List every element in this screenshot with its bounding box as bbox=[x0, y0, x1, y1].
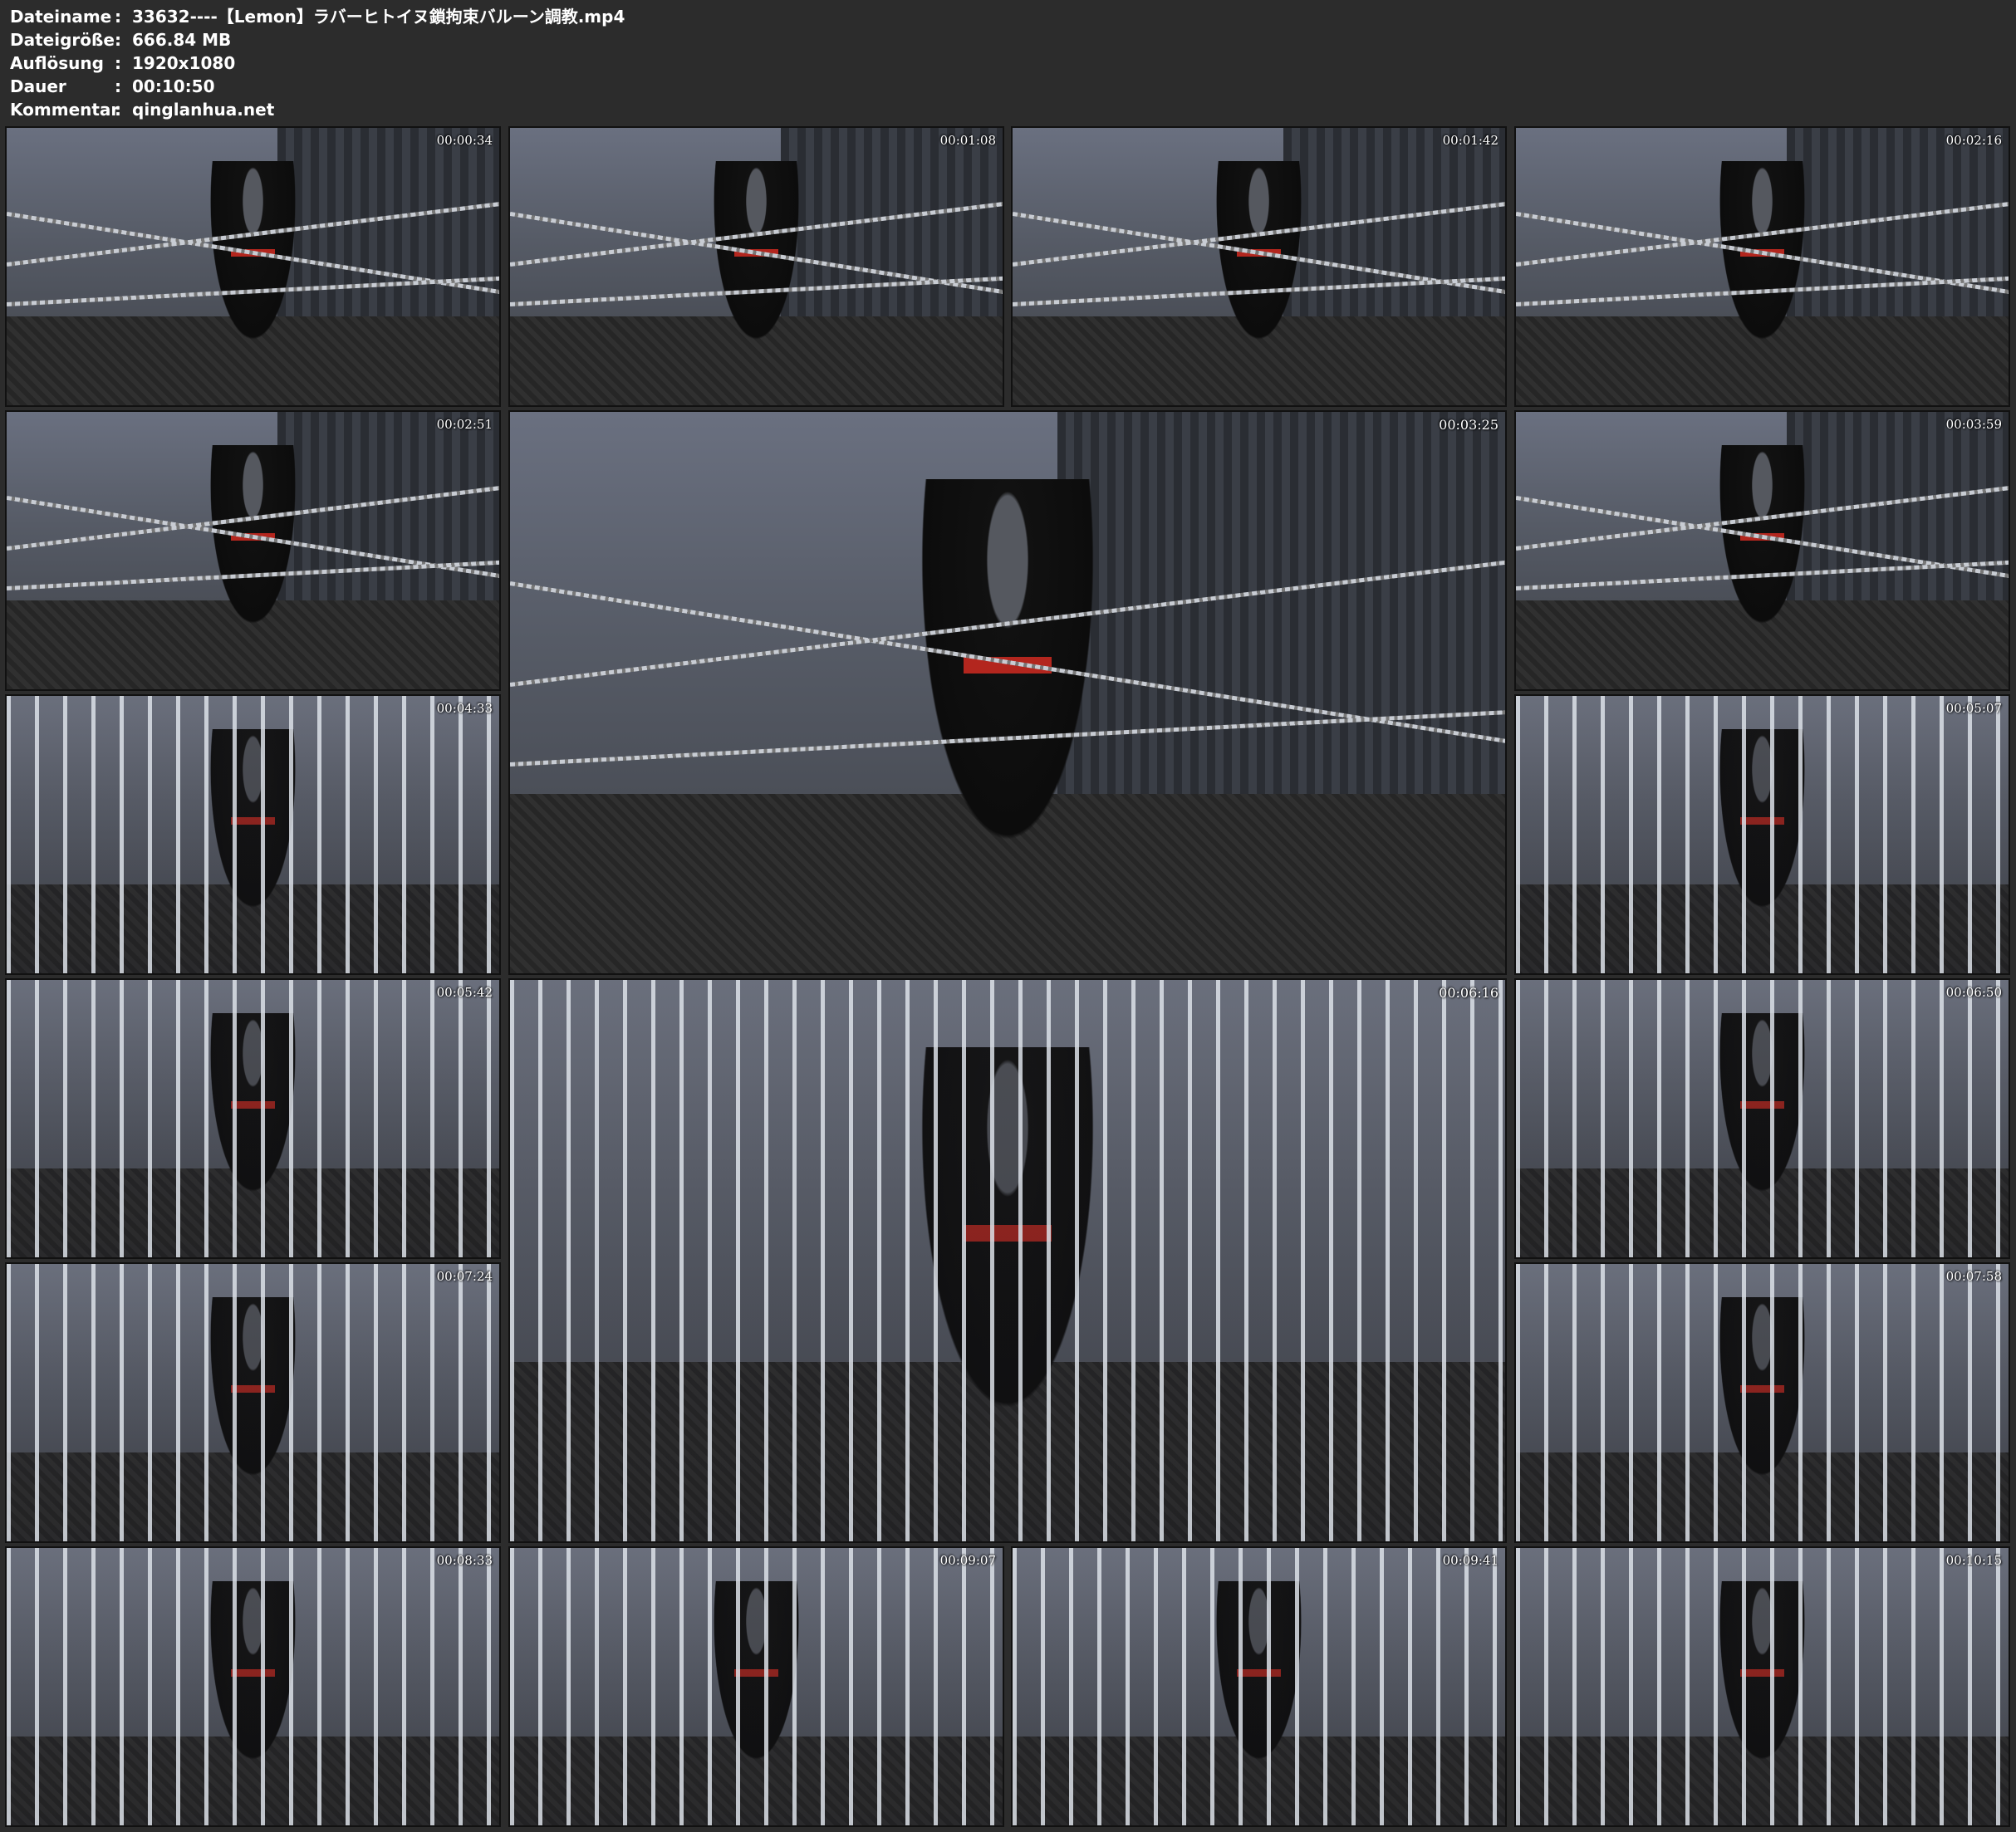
curtain bbox=[1057, 412, 1505, 794]
thumbnail-image bbox=[7, 696, 499, 973]
cage-bars bbox=[7, 1264, 499, 1541]
thumbnail-image bbox=[510, 128, 1003, 405]
video-thumbnail: 00:02:51 bbox=[5, 410, 501, 691]
separator: : bbox=[115, 100, 121, 120]
thumbnail-image bbox=[1516, 412, 2009, 689]
separator: : bbox=[115, 53, 121, 73]
thumbnail-timestamp: 00:01:08 bbox=[939, 133, 996, 148]
figure bbox=[204, 445, 302, 645]
video-thumbnail: 00:06:50 bbox=[1514, 978, 2010, 1259]
thumbnail-timestamp: 00:02:51 bbox=[436, 417, 493, 432]
file-size-value: 666.84 MB bbox=[132, 30, 232, 50]
thumbnail-image bbox=[7, 1264, 499, 1541]
thumbnail-image bbox=[1516, 1548, 2009, 1825]
thumbnail-timestamp: 00:07:58 bbox=[1945, 1269, 2002, 1284]
file-info-panel: Dateiname : 33632----【Lemon】ラバーヒトイヌ鎖拘束バル… bbox=[10, 5, 1173, 121]
resolution-row: Auflösung : 1920x1080 bbox=[10, 51, 1173, 75]
cage-bars bbox=[1516, 1264, 2009, 1541]
figure bbox=[1209, 161, 1308, 361]
video-thumbnail: 00:03:25 bbox=[508, 410, 1507, 975]
thumbnail-image bbox=[1516, 696, 2009, 973]
video-thumbnail: 00:10:15 bbox=[1514, 1546, 2010, 1827]
file-name-value: 33632----【Lemon】ラバーヒトイヌ鎖拘束バルーン調教.mp4 bbox=[132, 7, 625, 27]
cage-bars bbox=[1013, 1548, 1505, 1825]
video-thumbnail: 00:04:33 bbox=[5, 694, 501, 975]
duration-value: 00:10:50 bbox=[132, 76, 215, 96]
figure bbox=[908, 479, 1107, 884]
thumbnail-timestamp: 00:02:16 bbox=[1945, 133, 2002, 148]
thumbnail-timestamp: 00:01:42 bbox=[1442, 133, 1499, 148]
thumbnail-timestamp: 00:06:16 bbox=[1439, 985, 1499, 1001]
thumbnail-image bbox=[1013, 1548, 1505, 1825]
comment-label: Kommentar bbox=[10, 100, 120, 120]
file-name-label: Dateiname bbox=[10, 7, 112, 27]
figure bbox=[204, 161, 302, 361]
separator: : bbox=[115, 76, 121, 96]
thumbnail-image bbox=[7, 128, 499, 405]
thumbnail-timestamp: 00:09:07 bbox=[939, 1553, 996, 1568]
cage-bars bbox=[7, 1548, 499, 1825]
cage-bars bbox=[510, 980, 1505, 1541]
figure bbox=[1713, 161, 1812, 361]
file-name-row: Dateiname : 33632----【Lemon】ラバーヒトイヌ鎖拘束バル… bbox=[10, 5, 1173, 28]
comment-value: qinglanhua.net bbox=[132, 100, 275, 120]
video-thumbnail: 00:06:16 bbox=[508, 978, 1507, 1543]
resolution-value: 1920x1080 bbox=[132, 53, 236, 73]
thumbnail-image bbox=[510, 1548, 1003, 1825]
cage-bars bbox=[7, 696, 499, 973]
video-thumbnail: 00:05:07 bbox=[1514, 694, 2010, 975]
cage-bars bbox=[1516, 980, 2009, 1257]
figure bbox=[1713, 445, 1812, 645]
thumbnail-image bbox=[510, 412, 1505, 973]
video-thumbnail: 00:07:58 bbox=[1514, 1262, 2010, 1543]
file-size-label: Dateigröße bbox=[10, 30, 115, 50]
thumbnail-image bbox=[1013, 128, 1505, 405]
thumbnail-timestamp: 00:00:34 bbox=[436, 133, 493, 148]
figure bbox=[707, 161, 806, 361]
duration-label: Dauer bbox=[10, 76, 66, 96]
thumbnail-timestamp: 00:07:24 bbox=[436, 1269, 493, 1284]
thumbnail-image bbox=[1516, 1264, 2009, 1541]
thumbnail-timestamp: 00:09:41 bbox=[1442, 1553, 1499, 1568]
resolution-label: Auflösung bbox=[10, 53, 104, 73]
thumbnail-image bbox=[1516, 980, 2009, 1257]
file-size-row: Dateigröße : 666.84 MB bbox=[10, 28, 1173, 51]
video-thumbnail: 00:09:07 bbox=[508, 1546, 1004, 1827]
video-thumbnail: 00:01:08 bbox=[508, 126, 1004, 407]
thumbnail-image bbox=[510, 980, 1505, 1541]
thumbnail-timestamp: 00:10:15 bbox=[1945, 1553, 2002, 1568]
thumbnail-timestamp: 00:04:33 bbox=[436, 701, 493, 716]
video-thumbnail: 00:03:59 bbox=[1514, 410, 2010, 691]
cage-bars bbox=[1516, 1548, 2009, 1825]
thumbnail-image bbox=[1516, 128, 2009, 405]
video-thumbnail: 00:00:34 bbox=[5, 126, 501, 407]
cage-bars bbox=[510, 1548, 1003, 1825]
thumbnail-timestamp: 00:03:59 bbox=[1945, 417, 2002, 432]
thumbnail-timestamp: 00:05:07 bbox=[1945, 701, 2002, 716]
thumbnail-image bbox=[7, 412, 499, 689]
thumbnail-grid: 00:00:34 00:01:08 00:01:42 00:02:16 00:02:51… bbox=[5, 126, 2010, 1827]
comment-row: Kommentar : qinglanhua.net bbox=[10, 98, 1173, 121]
cage-bars bbox=[7, 980, 499, 1257]
thumbnail-timestamp: 00:06:50 bbox=[1945, 985, 2002, 1000]
thumbnail-timestamp: 00:08:33 bbox=[436, 1553, 493, 1568]
separator: : bbox=[115, 7, 121, 27]
video-thumbnail: 00:09:41 bbox=[1011, 1546, 1507, 1827]
thumbnail-image bbox=[7, 980, 499, 1257]
video-thumbnail: 00:07:24 bbox=[5, 1262, 501, 1543]
video-thumbnail: 00:02:16 bbox=[1514, 126, 2010, 407]
duration-row: Dauer : 00:10:50 bbox=[10, 75, 1173, 98]
video-thumbnail: 00:05:42 bbox=[5, 978, 501, 1259]
thumbnail-image bbox=[7, 1548, 499, 1825]
thumbnail-timestamp: 00:05:42 bbox=[436, 985, 493, 1000]
video-thumbnail: 00:08:33 bbox=[5, 1546, 501, 1827]
separator: : bbox=[115, 30, 121, 50]
video-thumbnail: 00:01:42 bbox=[1011, 126, 1507, 407]
cage-bars bbox=[1516, 696, 2009, 973]
thumbnail-timestamp: 00:03:25 bbox=[1439, 417, 1499, 433]
